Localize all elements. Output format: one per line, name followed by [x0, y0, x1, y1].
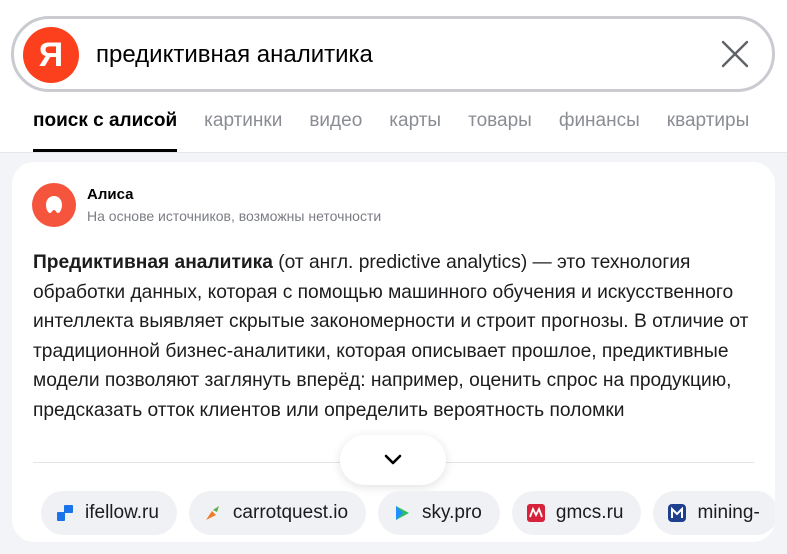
source-chip-gmcs[interactable]: gmcs.ru: [511, 491, 642, 535]
tab-maps[interactable]: карты: [389, 110, 441, 152]
tab-finance[interactable]: финансы: [559, 110, 640, 152]
search-bar[interactable]: Я предиктивная аналитика: [11, 16, 775, 92]
source-chips: ifellow.ru carrotquest.io sky.pro gmcs.r…: [41, 491, 775, 535]
tab-video[interactable]: видео: [309, 110, 362, 152]
alice-avatar: [32, 183, 76, 227]
expand-answer-button[interactable]: [340, 435, 446, 485]
skypro-icon: [392, 503, 412, 523]
yandex-logo[interactable]: Я: [23, 27, 79, 83]
answer-body: (от англ. predictive analytics) — это те…: [33, 252, 749, 421]
answer-term: Предиктивная аналитика: [33, 252, 273, 273]
carrotquest-icon: [203, 503, 223, 523]
alice-name: Алиса: [87, 186, 134, 203]
source-label: mining-: [697, 502, 760, 523]
search-input[interactable]: предиктивная аналитика: [96, 41, 373, 69]
source-label: carrotquest.io: [232, 502, 349, 523]
close-icon: [721, 40, 749, 68]
tab-alice-search[interactable]: поиск с алисой: [33, 110, 178, 152]
alice-disclaimer: На основе источников, возможны неточност…: [87, 208, 382, 224]
alice-icon: [46, 196, 62, 213]
header: Я предиктивная аналитика поиск с алисой …: [0, 0, 787, 153]
source-label: sky.pro: [422, 502, 482, 523]
chevron-down-icon: [384, 454, 402, 465]
tab-apartments[interactable]: квартиры: [667, 110, 749, 152]
tab-products[interactable]: товары: [468, 110, 532, 152]
answer-text: Предиктивная аналитика (от англ. predict…: [33, 248, 763, 452]
source-label: gmcs.ru: [555, 502, 624, 523]
source-chip-skypro[interactable]: sky.pro: [378, 491, 500, 535]
ifellow-icon: [55, 503, 75, 523]
tab-images[interactable]: картинки: [204, 110, 282, 152]
gmcs-icon: [526, 503, 546, 523]
clear-search-button[interactable]: [718, 37, 752, 71]
mining-icon: [667, 503, 687, 523]
source-label: ifellow.ru: [85, 502, 159, 523]
search-tabs: поиск с алисой картинки видео карты това…: [33, 110, 776, 152]
source-chip-ifellow[interactable]: ifellow.ru: [41, 491, 177, 535]
source-chip-mining[interactable]: mining-: [653, 491, 775, 535]
alice-answer-card: Алиса На основе источников, возможны нет…: [12, 162, 775, 542]
source-chip-carrotquest[interactable]: carrotquest.io: [188, 491, 367, 535]
